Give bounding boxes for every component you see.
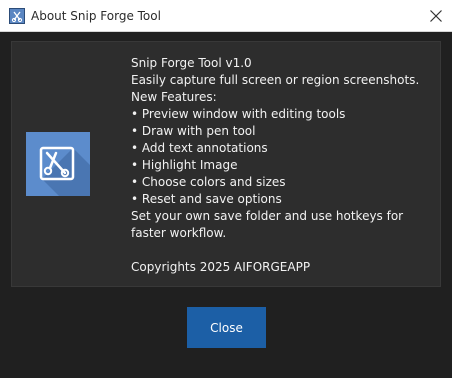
app-description: Easily capture full screen or region scr…: [131, 73, 420, 87]
feature-item: • Add text annotations: [131, 141, 268, 155]
about-text: Snip Forge Tool v1.0 Easily capture full…: [131, 55, 431, 276]
close-button[interactable]: Close: [187, 307, 266, 348]
usage-note: Set your own save folder and use hotkeys…: [131, 209, 404, 240]
title-close-button[interactable]: [423, 3, 449, 29]
feature-item: • Draw with pen tool: [131, 124, 256, 138]
features-label: New Features:: [131, 90, 217, 104]
window-title: About Snip Forge Tool: [31, 9, 161, 23]
feature-item: • Highlight Image: [131, 158, 238, 172]
copyright-text: Copyrights 2025 AIFORGEAPP: [131, 260, 311, 274]
scissors-logo-icon: [26, 132, 90, 196]
about-dialog: About Snip Forge Tool Snip Forge Tool v1…: [0, 0, 452, 378]
about-panel: Snip Forge Tool v1.0 Easily capture full…: [11, 41, 441, 287]
close-icon: [430, 10, 442, 22]
app-version-heading: Snip Forge Tool v1.0: [131, 56, 252, 70]
app-scissors-icon: [9, 8, 25, 24]
feature-item: • Preview window with editing tools: [131, 107, 346, 121]
title-bar[interactable]: About Snip Forge Tool: [0, 0, 452, 32]
feature-item: • Choose colors and sizes: [131, 175, 286, 189]
feature-item: • Reset and save options: [131, 192, 282, 206]
